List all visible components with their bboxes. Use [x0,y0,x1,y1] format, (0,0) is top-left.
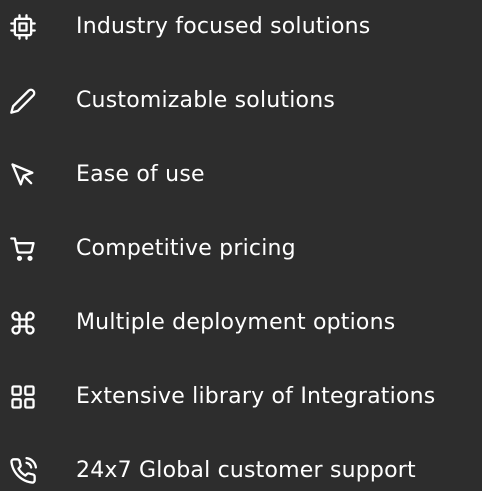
feature-item-customizable: Customizable solutions [0,81,482,121]
cursor-pointer-icon [9,161,37,189]
feature-label: Customizable solutions [76,88,336,113]
feature-list: Industry focused solutions Customizable … [0,0,482,485]
feature-label: Industry focused solutions [76,14,371,39]
feature-item-customer-support: 24x7 Global customer support [0,451,482,491]
shopping-cart-icon [9,235,37,263]
feature-item-industry-focused: Industry focused solutions [0,7,482,47]
feature-label: Ease of use [76,162,205,187]
feature-label: Competitive pricing [76,236,296,261]
feature-label: Multiple deployment options [76,310,396,335]
command-key-icon [9,309,37,337]
feature-item-competitive-pricing: Competitive pricing [0,229,482,269]
cpu-chip-icon [9,13,37,41]
phone-call-icon [9,457,37,485]
feature-item-integrations: Extensive library of Integrations [0,377,482,417]
feature-item-deployment-options: Multiple deployment options [0,303,482,343]
feature-item-ease-of-use: Ease of use [0,155,482,195]
feature-label: Extensive library of Integrations [76,384,436,409]
pencil-icon [9,87,37,115]
feature-label: 24x7 Global customer support [76,458,416,483]
grid-squares-icon [9,383,37,411]
